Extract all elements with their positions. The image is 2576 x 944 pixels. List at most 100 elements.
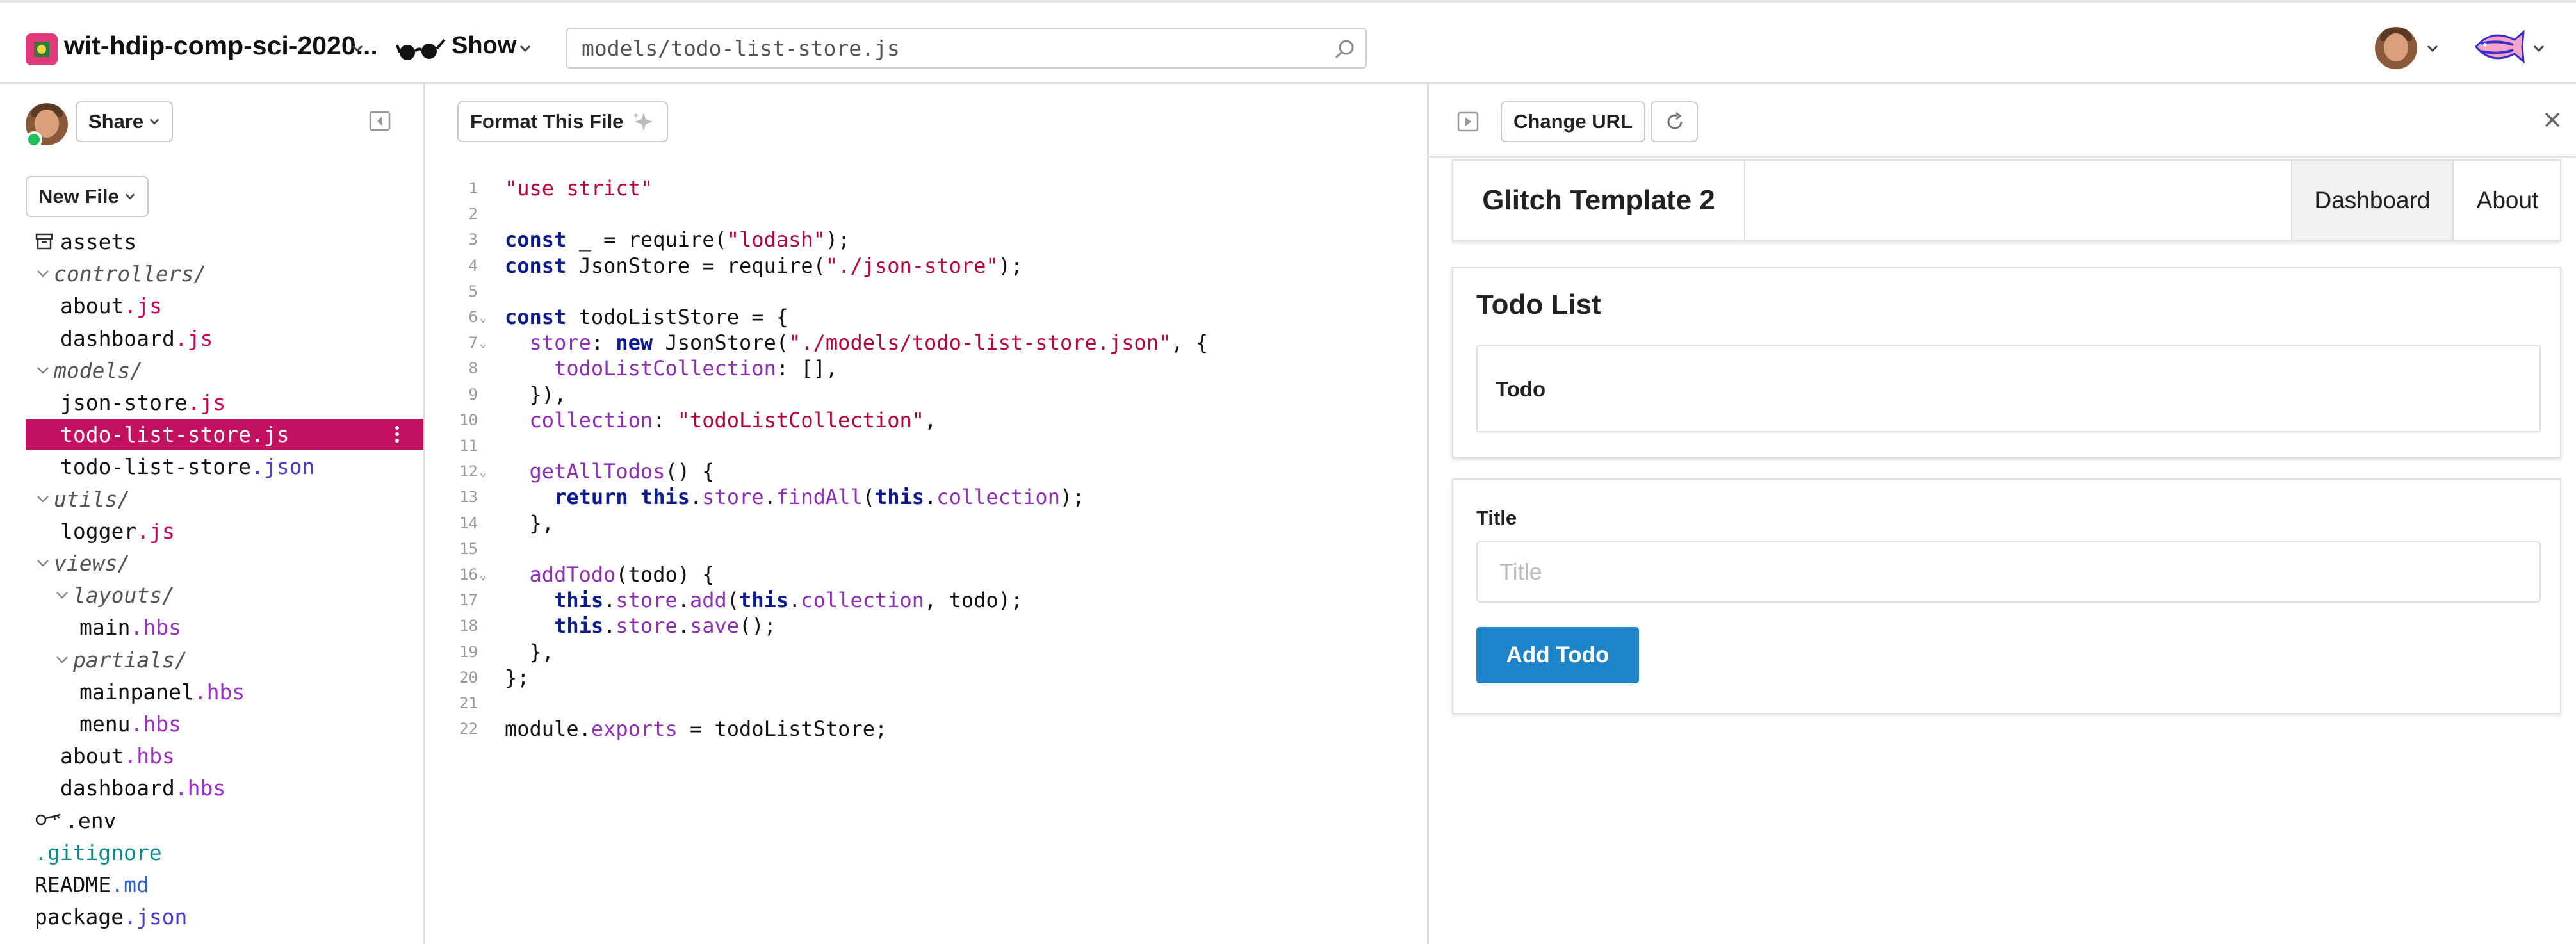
title-label: Title (1476, 507, 1517, 529)
code-line[interactable]: 10 collection: "todoListCollection", (425, 407, 1427, 433)
tree-item-name: layouts/ (73, 582, 175, 608)
project-name[interactable]: wit-hdip-comp-sci-2020... (64, 31, 378, 61)
code-line[interactable]: 19 }, (425, 639, 1427, 665)
tree-file[interactable]: about .js (26, 290, 423, 321)
tree-item-extension: .json (124, 904, 188, 929)
tree-file[interactable]: dashboard .js (26, 323, 423, 354)
chevron-down-icon[interactable] (351, 42, 364, 55)
tree-folder[interactable]: controllers/ (26, 258, 423, 289)
search-icon[interactable] (1333, 38, 1357, 61)
tree-file[interactable]: main .hbs (26, 612, 423, 642)
code-line[interactable]: 13 return this.store.findAll(this.collec… (425, 484, 1427, 510)
code-line[interactable]: 20}; (425, 665, 1427, 690)
code-line[interactable]: 7 ⌄ store: new JsonStore("./models/todo-l… (425, 330, 1427, 355)
line-number: 2 (468, 205, 478, 223)
code-line[interactable]: 1 "use strict" (425, 175, 1427, 201)
tree-folder[interactable]: views/ (26, 548, 423, 578)
collapse-sidebar-icon[interactable] (369, 110, 391, 132)
line-number: 8 (468, 359, 478, 377)
tree-file[interactable]: menu .hbs (26, 708, 423, 739)
tree-file[interactable]: json-store .js (26, 387, 423, 418)
code-line[interactable]: 4 const JsonStore = require("./json-store… (425, 253, 1427, 279)
close-icon[interactable] (2541, 108, 2564, 131)
file-sidebar: Share New File assets controllers/about .j… (0, 84, 425, 944)
tree-file[interactable]: dashboard .hbs (26, 772, 423, 803)
chevron-down-icon[interactable] (54, 651, 70, 668)
tree-file[interactable]: todo-list-store .json (26, 451, 423, 482)
tree-file[interactable]: about .hbs (26, 740, 423, 771)
user-avatar[interactable] (2375, 27, 2417, 69)
share-button[interactable]: Share (76, 101, 174, 142)
format-file-button[interactable]: Format This File (457, 101, 669, 142)
code-text: addTodo(todo) { (529, 562, 715, 587)
more-options-icon[interactable] (395, 425, 400, 443)
code-line[interactable]: 15 (425, 536, 1427, 562)
search-box[interactable] (566, 28, 1367, 69)
show-button[interactable]: Show (452, 32, 516, 60)
play-icon[interactable] (1457, 111, 1479, 133)
glitch-logo-icon[interactable] (2472, 26, 2526, 68)
tree-file[interactable]: logger .js (26, 516, 423, 546)
chevron-down-icon[interactable] (35, 265, 51, 282)
refresh-button[interactable] (1651, 101, 1698, 142)
code-line[interactable]: 3 const _ = require("lodash"); (425, 227, 1427, 252)
code-editor[interactable]: Format This File 1 "use strict" 2 3 const _ … (425, 84, 1427, 944)
line-number: 19 (459, 643, 478, 661)
code-line[interactable]: 2 (425, 201, 1427, 227)
line-number: 18 (459, 617, 478, 635)
tree-file[interactable]: .gitignore (26, 837, 423, 868)
tree-file[interactable]: README .md (26, 869, 423, 900)
tree-file[interactable]: mainpanel .hbs (26, 676, 423, 707)
chevron-down-icon[interactable] (2426, 42, 2439, 55)
fold-chevron-icon[interactable]: ⌄ (479, 459, 492, 484)
tree-file[interactable]: package .json (26, 901, 423, 932)
nav-dashboard[interactable]: Dashboard (2291, 161, 2452, 240)
tree-item-name: .gitignore (35, 840, 162, 865)
key-icon (35, 813, 61, 826)
project-logo-icon[interactable] (26, 33, 58, 65)
tree-folder[interactable]: models/ (26, 355, 423, 386)
tree-folder[interactable]: layouts/ (26, 580, 423, 610)
chevron-down-icon[interactable] (35, 362, 51, 378)
add-todo-button[interactable]: Add Todo (1476, 627, 1639, 683)
line-number: 12 (459, 462, 478, 480)
line-number: 5 (468, 282, 478, 300)
new-file-button[interactable]: New File (26, 176, 149, 217)
search-input[interactable] (582, 34, 1318, 62)
chevron-down-icon[interactable] (54, 587, 70, 603)
change-url-button[interactable]: Change URL (1501, 101, 1645, 142)
code-line[interactable]: 5 (425, 279, 1427, 304)
code-line[interactable]: 21 (425, 690, 1427, 716)
tree-file[interactable]: assets (26, 226, 423, 257)
code-line[interactable]: 14 }, (425, 510, 1427, 536)
code-text: const _ = require("lodash"); (505, 227, 851, 252)
code-line[interactable]: 22 module.exports = todoListStore; (425, 716, 1427, 742)
fold-chevron-icon[interactable]: ⌄ (479, 304, 492, 330)
code-line[interactable]: 16 ⌄ addTodo(todo) { (425, 562, 1427, 587)
tree-folder[interactable]: partials/ (26, 644, 423, 675)
code-line[interactable]: 18 this.store.save(); (425, 613, 1427, 639)
title-input[interactable] (1476, 541, 2541, 603)
preview-toolbar: Change URL (1429, 84, 2576, 158)
tree-item-name: partials/ (73, 647, 188, 672)
code-line[interactable]: 6 ⌄ const todoListStore = { (425, 304, 1427, 330)
tree-folder[interactable]: utils/ (26, 484, 423, 514)
chevron-down-icon[interactable] (35, 555, 51, 571)
chevron-down-icon[interactable] (519, 42, 532, 55)
fold-chevron-icon[interactable]: ⌄ (479, 562, 492, 587)
chevron-down-icon[interactable] (2532, 42, 2545, 55)
tree-item-name: package (35, 904, 124, 929)
code-line[interactable]: 8 todoListCollection: [], (425, 355, 1427, 381)
tree-file[interactable]: .env (26, 805, 423, 836)
chevron-down-icon[interactable] (35, 491, 51, 507)
app-brand[interactable]: Glitch Template 2 (1453, 161, 1745, 240)
glasses-icon[interactable] (396, 35, 447, 63)
nav-about[interactable]: About (2452, 161, 2561, 240)
code-line[interactable]: 17 this.store.add(this.collection, todo)… (425, 587, 1427, 613)
code-line[interactable]: 11 (425, 433, 1427, 459)
line-number: 17 (459, 591, 478, 609)
code-line[interactable]: 12 ⌄ getAllTodos() { (425, 459, 1427, 484)
tree-file[interactable]: todo-list-store .js (26, 419, 423, 450)
fold-chevron-icon[interactable]: ⌄ (479, 330, 492, 355)
code-line[interactable]: 9 }), (425, 382, 1427, 407)
